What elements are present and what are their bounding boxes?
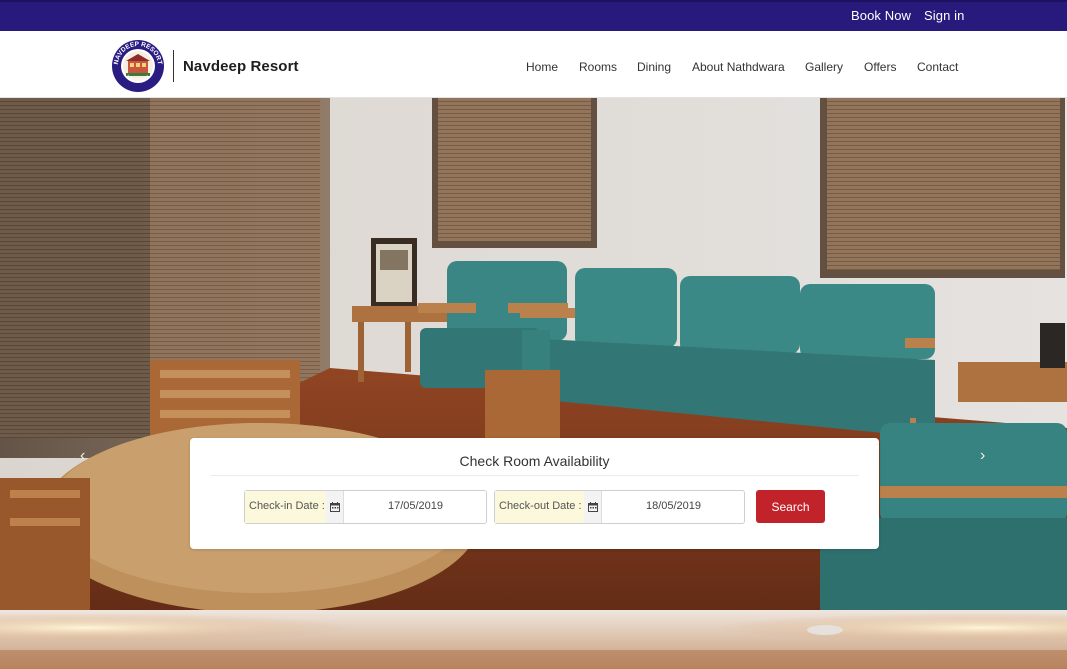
resort-logo[interactable]: NAVDEEP RESORT NATHDWARA — [111, 39, 165, 93]
nav-home[interactable]: Home — [526, 60, 558, 74]
book-now-link[interactable]: Book Now — [851, 8, 911, 23]
calendar-icon[interactable] — [584, 491, 602, 523]
chevron-left-icon[interactable]: ‹ — [80, 448, 85, 464]
nav-contact[interactable]: Contact — [917, 60, 958, 74]
availability-form: Check Room Availability Check-in Date : … — [190, 438, 879, 549]
nav-offers[interactable]: Offers — [864, 60, 896, 74]
next-section-image — [0, 610, 1067, 669]
chevron-right-icon[interactable]: › — [980, 448, 985, 464]
search-button[interactable]: Search — [756, 490, 825, 523]
top-bar: Book Now Sign in — [0, 0, 1067, 31]
checkin-date-input[interactable]: 17/05/2019 — [345, 500, 486, 512]
nav-gallery[interactable]: Gallery — [805, 60, 843, 74]
checkout-field[interactable]: Check-out Date : 18/05/2019 — [494, 490, 745, 524]
checkin-field[interactable]: Check-in Date : 17/05/2019 — [244, 490, 487, 524]
checkout-label: Check-out Date : — [495, 491, 587, 523]
site-header: NAVDEEP RESORT NATHDWARA Navdeep Resort … — [0, 31, 1067, 98]
divider — [210, 475, 859, 476]
availability-title: Check Room Availability — [459, 453, 610, 469]
checkin-label: Check-in Date : — [245, 491, 330, 523]
brand-name[interactable]: Navdeep Resort — [183, 58, 299, 75]
logo-divider — [173, 50, 174, 82]
checkout-date-input[interactable]: 18/05/2019 — [603, 500, 744, 512]
nav-rooms[interactable]: Rooms — [579, 60, 617, 74]
calendar-icon[interactable] — [326, 491, 344, 523]
nav-about-nathdwara[interactable]: About Nathdwara — [692, 60, 785, 74]
nav-dining[interactable]: Dining — [637, 60, 671, 74]
sign-in-link[interactable]: Sign in — [924, 8, 964, 23]
